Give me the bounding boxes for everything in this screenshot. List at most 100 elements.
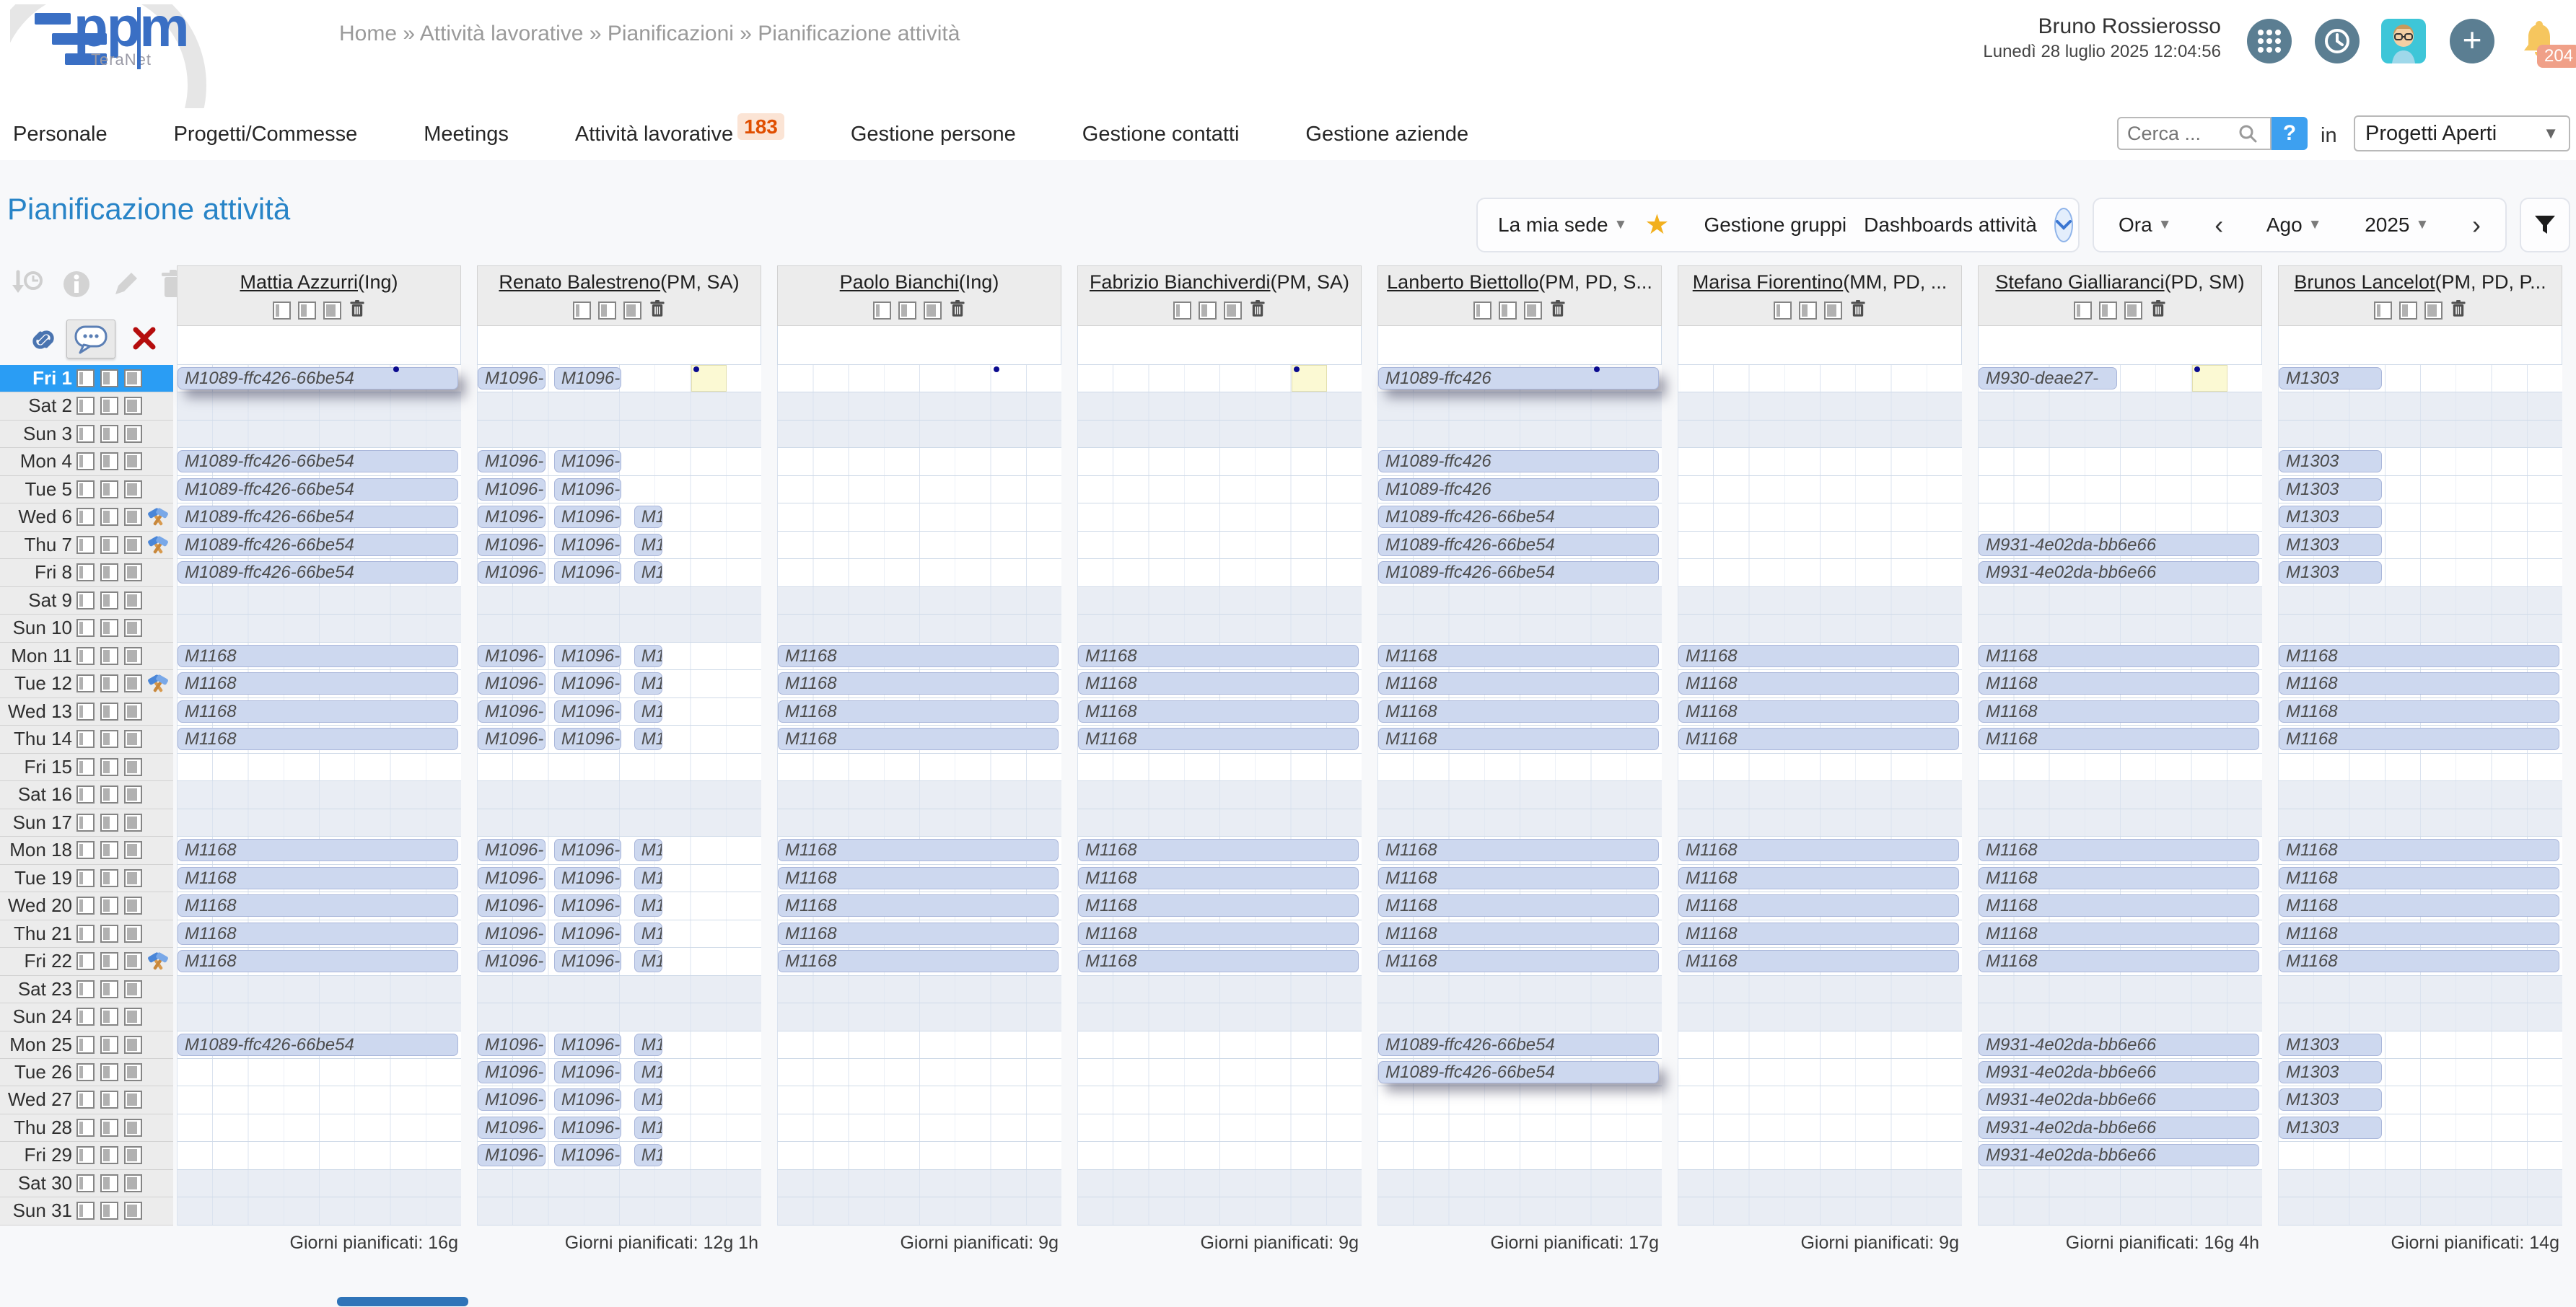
activity-bar[interactable]: M1303 bbox=[2279, 1088, 2382, 1111]
schedule-cell[interactable] bbox=[177, 976, 461, 1003]
day-slot-checkbox[interactable] bbox=[124, 619, 142, 637]
activity-bar[interactable]: M1303 bbox=[2279, 1117, 2382, 1139]
schedule-cell[interactable]: M1168 bbox=[177, 948, 461, 975]
activity-bar[interactable]: M931-4e02da-bb6e66 bbox=[1979, 1034, 2259, 1056]
person-slot-checkbox[interactable] bbox=[323, 302, 341, 320]
day-row[interactable]: Mon 4 bbox=[0, 448, 173, 475]
delete-person-button[interactable] bbox=[1849, 299, 1867, 322]
schedule-cell[interactable]: M1303 bbox=[2278, 503, 2562, 531]
delete-person-trash-icon[interactable] bbox=[1549, 299, 1567, 319]
schedule-cell[interactable]: M930-deae27- bbox=[1978, 365, 2262, 392]
day-slot-checkbox[interactable] bbox=[100, 619, 118, 637]
schedule-cell[interactable] bbox=[1077, 476, 1362, 503]
activity-bar[interactable]: M1096- bbox=[554, 534, 622, 556]
activity-bar[interactable]: M1168 bbox=[1678, 923, 1959, 945]
activity-bar[interactable]: M1096- bbox=[478, 867, 546, 889]
day-slot-checkbox[interactable] bbox=[100, 1202, 118, 1220]
activity-bar[interactable]: M1089-ffc426-66be54 bbox=[1378, 534, 1659, 556]
activity-bar[interactable]: M10 bbox=[634, 506, 662, 528]
schedule-cell[interactable] bbox=[777, 781, 1061, 809]
activity-bar[interactable]: M931-4e02da-bb6e66 bbox=[1979, 1144, 2259, 1166]
day-slot-checkbox[interactable] bbox=[100, 508, 118, 526]
schedule-cell[interactable] bbox=[177, 392, 461, 420]
schedule-cell[interactable] bbox=[777, 1114, 1061, 1142]
schedule-cell[interactable]: M1168 bbox=[777, 837, 1061, 864]
day-row[interactable]: Fri 15 bbox=[0, 754, 173, 781]
schedule-cell[interactable] bbox=[777, 1003, 1061, 1031]
person-slot-checkbox[interactable] bbox=[2374, 302, 2392, 320]
day-slot-checkbox[interactable] bbox=[100, 952, 118, 970]
schedule-cell[interactable]: M1168 bbox=[1377, 670, 1662, 697]
day-slot-checkbox[interactable] bbox=[76, 897, 95, 915]
nav-item-meetings[interactable]: Meetings bbox=[424, 123, 509, 146]
schedule-cell[interactable] bbox=[1077, 532, 1362, 559]
activity-bar[interactable]: M1096- bbox=[554, 1117, 622, 1139]
activity-bar[interactable]: M930-deae27- bbox=[1979, 367, 2117, 390]
schedule-cell[interactable] bbox=[1678, 532, 1962, 559]
activity-bar[interactable]: M1089-ffc426-66be54 bbox=[1378, 1061, 1659, 1083]
schedule-cell[interactable] bbox=[1077, 1003, 1362, 1031]
day-row[interactable]: Sun 17 bbox=[0, 809, 173, 837]
activity-bar[interactable]: M1096- bbox=[554, 672, 622, 695]
schedule-cell[interactable]: M1168 bbox=[777, 726, 1061, 753]
day-slot-checkbox[interactable] bbox=[76, 369, 95, 387]
activity-bar[interactable]: M1168 bbox=[1678, 728, 1959, 750]
day-slot-checkbox[interactable] bbox=[76, 1036, 95, 1054]
activity-bar[interactable]: M1168 bbox=[1979, 728, 2259, 750]
schedule-cell[interactable] bbox=[1678, 559, 1962, 586]
activity-bar[interactable]: M1168 bbox=[1979, 923, 2259, 945]
schedule-cell[interactable] bbox=[1377, 781, 1662, 809]
activity-bar[interactable]: M1096- bbox=[478, 728, 546, 750]
activity-bar[interactable]: M1096- bbox=[554, 1061, 622, 1083]
schedule-cell[interactable] bbox=[777, 476, 1061, 503]
schedule-cell[interactable]: M1096-M1096-M10 bbox=[477, 865, 761, 892]
schedule-cell[interactable] bbox=[1077, 1059, 1362, 1086]
activity-bar[interactable]: M1168 bbox=[2279, 672, 2559, 695]
day-slot-checkbox[interactable] bbox=[76, 703, 95, 721]
activity-bar[interactable]: M1303 bbox=[2279, 1034, 2382, 1056]
delete-person-trash-icon[interactable] bbox=[2450, 299, 2467, 319]
activity-bar[interactable]: M1303 bbox=[2279, 367, 2382, 390]
activity-bar[interactable]: M1096- bbox=[478, 478, 546, 501]
schedule-cell[interactable]: M1303 bbox=[2278, 1031, 2562, 1059]
activity-bar[interactable]: M1089-ffc426-66be54 bbox=[1378, 1034, 1659, 1056]
activity-bar[interactable]: M1168 bbox=[1979, 950, 2259, 972]
activity-bar[interactable]: M1168 bbox=[2279, 700, 2559, 723]
day-slot-checkbox[interactable] bbox=[76, 1119, 95, 1137]
person-slot-checkbox[interactable] bbox=[573, 302, 591, 320]
schedule-cell[interactable] bbox=[1077, 1114, 1362, 1142]
day-row[interactable]: Wed 20 bbox=[0, 892, 173, 920]
schedule-cell[interactable]: M1168 bbox=[1678, 865, 1962, 892]
day-slot-checkbox[interactable] bbox=[76, 785, 95, 804]
activity-bar[interactable]: M1168 bbox=[1678, 700, 1959, 723]
schedule-cell[interactable] bbox=[777, 448, 1061, 475]
schedule-cell[interactable] bbox=[1077, 1031, 1362, 1059]
schedule-cell[interactable]: M1168 bbox=[177, 892, 461, 920]
schedule-cell[interactable]: M1089-ffc426-66be54 bbox=[177, 365, 461, 392]
day-slot-checkbox[interactable] bbox=[100, 730, 118, 748]
schedule-cell[interactable] bbox=[777, 1086, 1061, 1114]
day-slot-checkbox[interactable] bbox=[100, 563, 118, 581]
schedule-cell[interactable] bbox=[1077, 754, 1362, 781]
schedule-cell[interactable] bbox=[1678, 976, 1962, 1003]
activity-bar[interactable]: M1168 bbox=[178, 867, 458, 889]
schedule-cell[interactable]: M1168 bbox=[1077, 948, 1362, 975]
day-slot-checkbox[interactable] bbox=[76, 1202, 95, 1220]
delete-person-button[interactable] bbox=[1249, 299, 1266, 322]
day-row[interactable]: Thu 21 bbox=[0, 920, 173, 948]
schedule-cell[interactable]: M1089-ffc426-66be54 bbox=[177, 532, 461, 559]
day-row[interactable]: Wed 13 bbox=[0, 698, 173, 726]
activity-bar[interactable]: M10 bbox=[634, 672, 662, 695]
activity-bar[interactable]: M10 bbox=[634, 839, 662, 861]
day-row[interactable]: Fri 22 bbox=[0, 948, 173, 975]
schedule-cell[interactable] bbox=[777, 365, 1061, 392]
schedule-cell[interactable]: M1168 bbox=[1978, 920, 2262, 948]
schedule-cell[interactable] bbox=[477, 615, 761, 642]
day-slot-checkbox[interactable] bbox=[100, 1008, 118, 1026]
schedule-cell[interactable] bbox=[177, 1086, 461, 1114]
person-name-link[interactable]: Stefano Gialliaranci bbox=[1995, 271, 2164, 293]
day-slot-checkbox[interactable] bbox=[100, 1063, 118, 1081]
schedule-cell[interactable] bbox=[777, 615, 1061, 642]
person-name-link[interactable]: Lanberto Biettollo bbox=[1387, 271, 1538, 293]
schedule-cell[interactable]: M1168 bbox=[777, 892, 1061, 920]
